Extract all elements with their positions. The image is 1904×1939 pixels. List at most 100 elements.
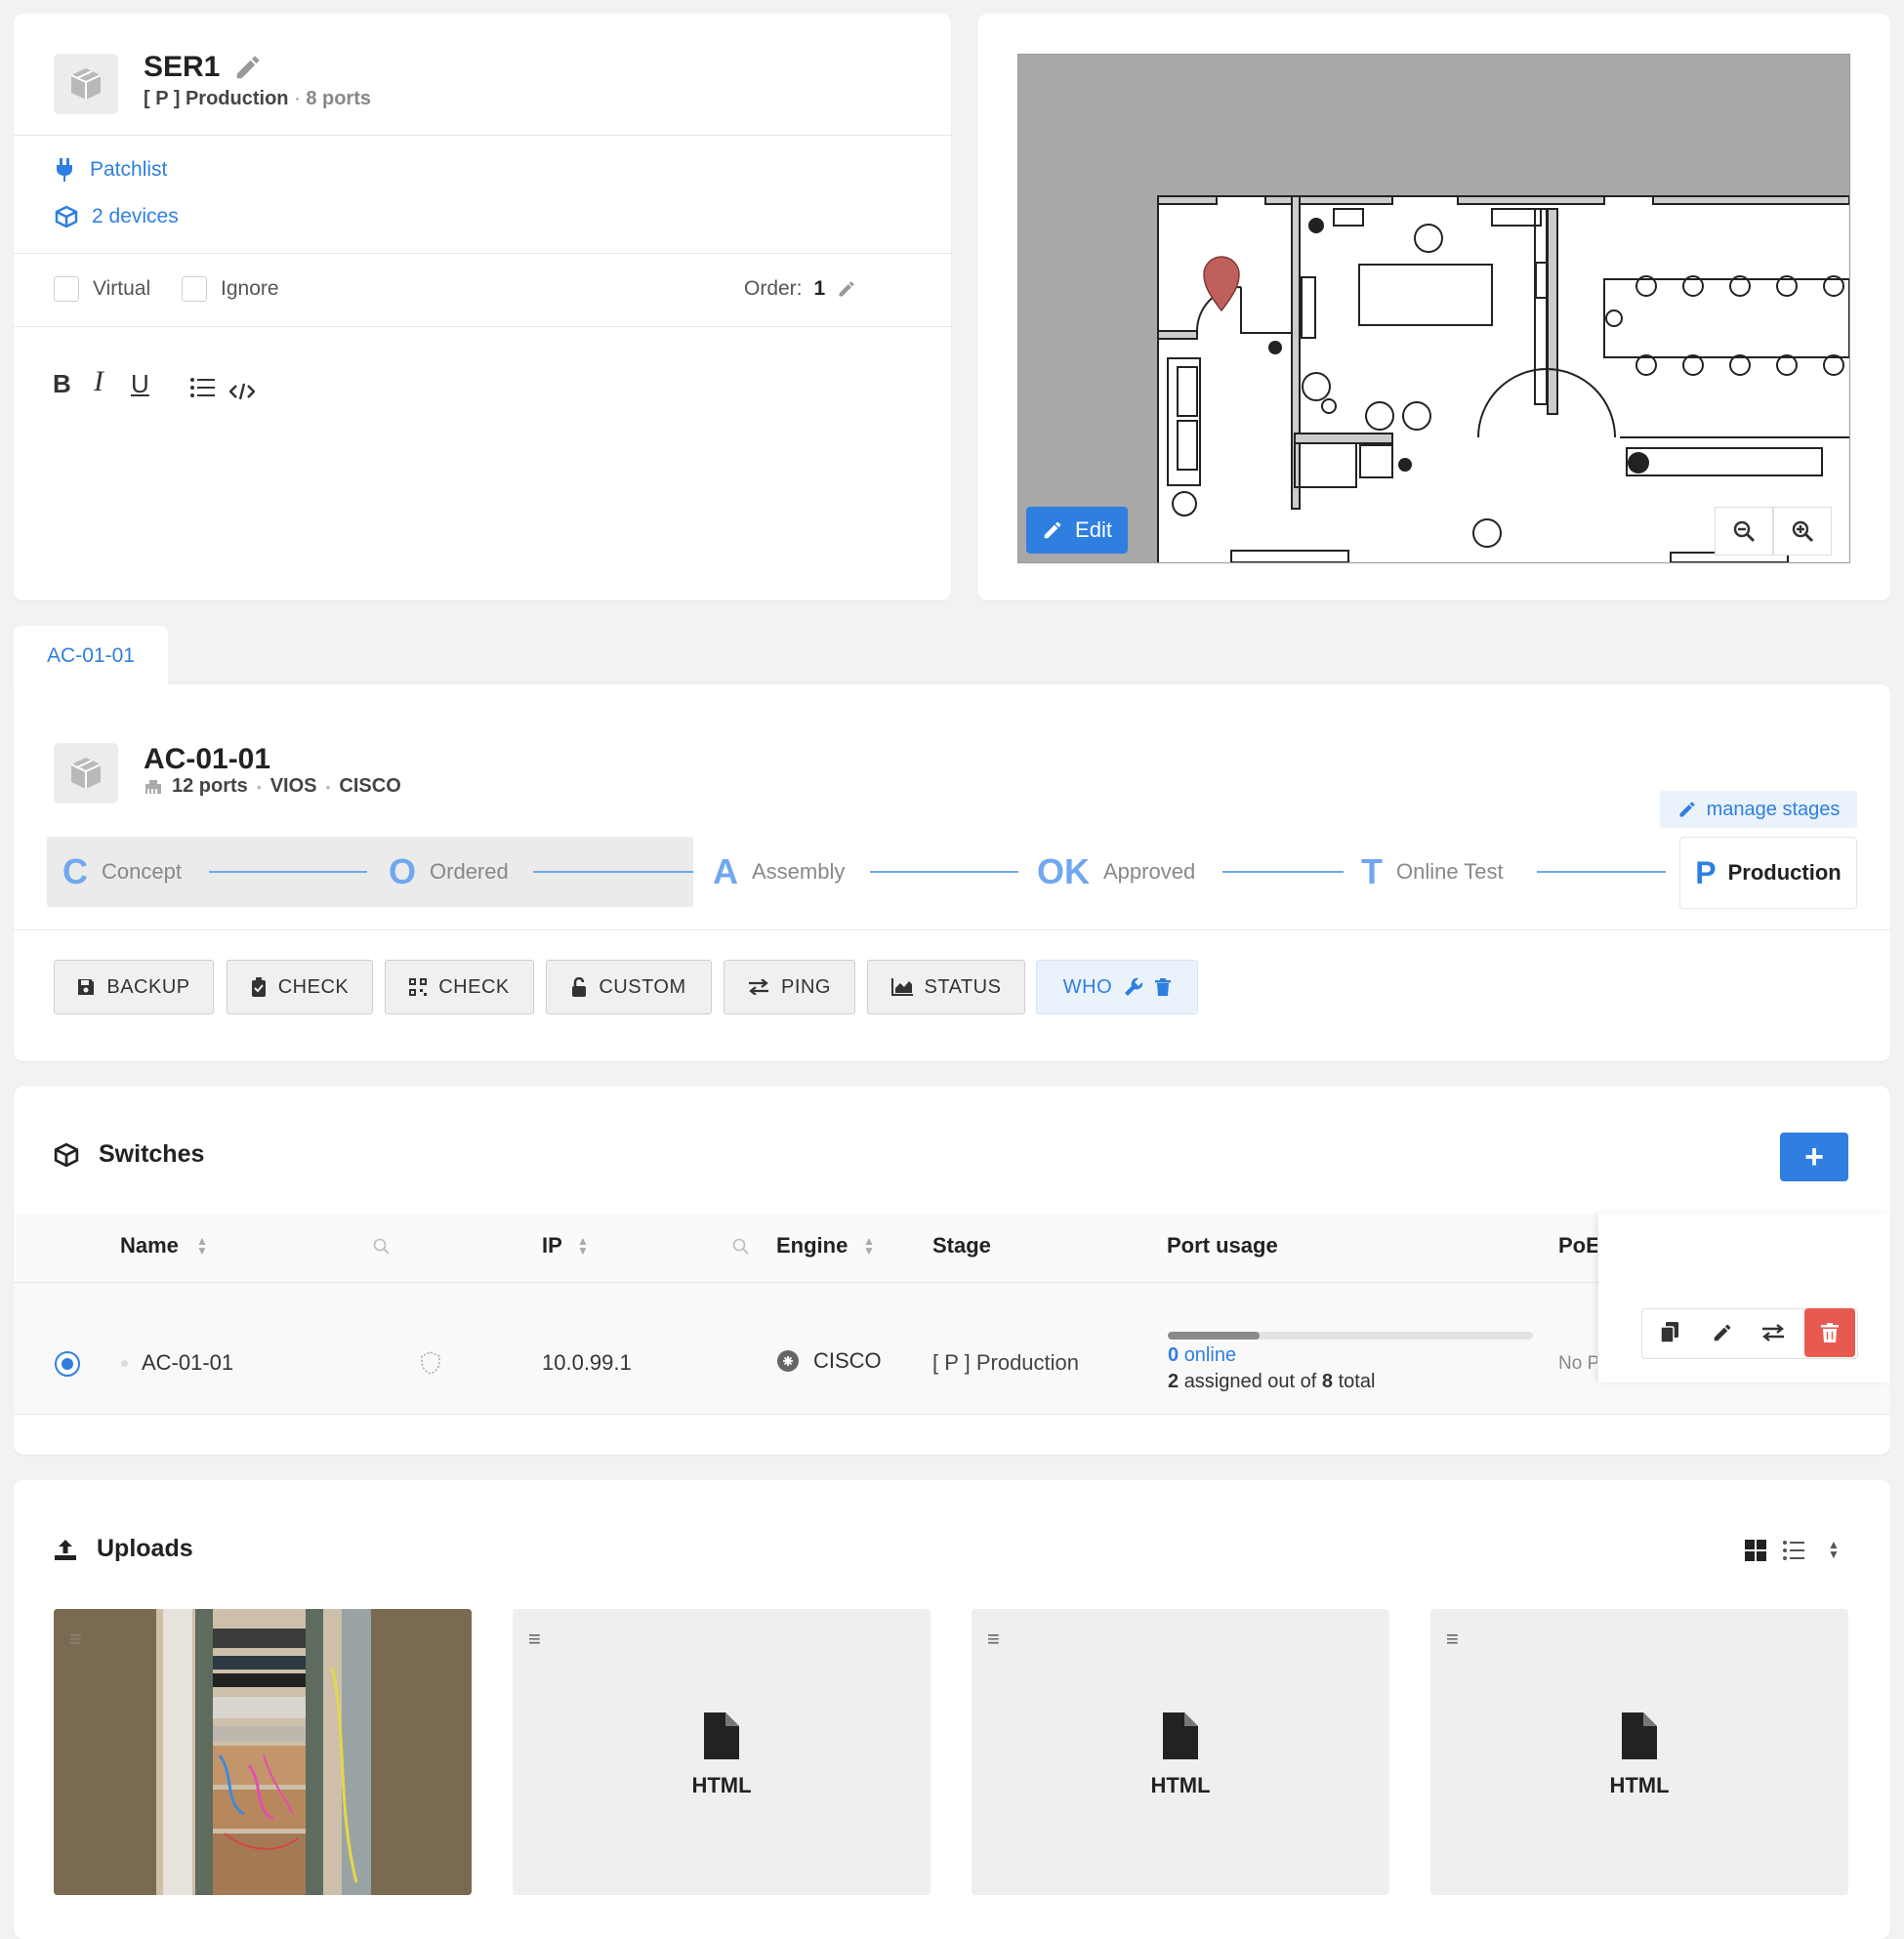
- floorplan-card: Edit: [977, 14, 1890, 600]
- column-header-ip[interactable]: IP: [542, 1233, 562, 1258]
- sort-icon[interactable]: ▲ ▼: [196, 1235, 208, 1257]
- sort-icon[interactable]: ▲ ▼: [863, 1235, 875, 1257]
- plus-icon: +: [1804, 1137, 1824, 1176]
- column-header-engine[interactable]: Engine: [776, 1233, 848, 1258]
- assigned-summary: 2 assigned out of 8 total: [1168, 1371, 1375, 1393]
- code-icon: [228, 383, 256, 400]
- stage-connector: [533, 871, 693, 873]
- stage-concept[interactable]: C Concept: [62, 848, 182, 895]
- action-label: WHO: [1062, 975, 1113, 998]
- search-icon[interactable]: [373, 1238, 391, 1256]
- row-radio[interactable]: [55, 1351, 80, 1377]
- assigned-total: 8: [1321, 1371, 1334, 1392]
- stage-name: Ordered: [430, 859, 509, 884]
- trash-icon[interactable]: [1155, 978, 1172, 996]
- upload-item[interactable]: ≡ HTML: [513, 1609, 931, 1895]
- list-view-icon[interactable]: [1783, 1540, 1804, 1561]
- stage-letter: C: [62, 851, 88, 891]
- ignore-checkbox[interactable]: Ignore: [182, 276, 279, 302]
- grid-view-icon[interactable]: [1745, 1540, 1766, 1561]
- online-count: 0 online: [1168, 1344, 1236, 1367]
- upload-item[interactable]: ≡ HTML: [972, 1609, 1389, 1895]
- copy-button[interactable]: [1644, 1309, 1695, 1356]
- assigned-suffix: total: [1338, 1371, 1376, 1392]
- underline-button[interactable]: U: [131, 369, 149, 399]
- list-button[interactable]: [189, 375, 215, 405]
- stage-letter: O: [389, 851, 417, 891]
- wrench-icon[interactable]: [1124, 977, 1143, 997]
- virtual-label: Virtual: [93, 277, 151, 300]
- sort-icon[interactable]: ▲ ▼: [577, 1235, 589, 1257]
- shield-icon: [421, 1351, 440, 1375]
- file-type-label: HTML: [1609, 1773, 1670, 1797]
- search-icon[interactable]: [732, 1238, 750, 1256]
- check-button[interactable]: CHECK: [227, 960, 373, 1014]
- zoom-out-icon: [1733, 520, 1756, 543]
- add-switch-button[interactable]: +: [1780, 1133, 1848, 1181]
- upload-item[interactable]: ≡: [54, 1609, 472, 1895]
- who-button[interactable]: WHO: [1036, 960, 1198, 1014]
- drag-handle-icon[interactable]: ≡: [69, 1627, 82, 1652]
- tab-ac-01-01[interactable]: AC-01-01: [14, 626, 168, 686]
- bold-button[interactable]: B: [53, 369, 71, 399]
- italic-button[interactable]: I: [94, 365, 103, 398]
- tab-label: AC-01-01: [47, 644, 135, 667]
- stage-letter: T: [1361, 851, 1383, 891]
- patchlist-link[interactable]: Patchlist: [55, 158, 167, 182]
- stage-assembly[interactable]: A Assembly: [713, 848, 845, 895]
- delete-button[interactable]: [1804, 1308, 1855, 1357]
- column-header-name[interactable]: Name: [120, 1233, 179, 1258]
- check-qr-button[interactable]: CHECK: [385, 960, 534, 1014]
- drag-handle-icon[interactable]: ≡: [1446, 1627, 1459, 1652]
- cell-poe: No P: [1558, 1353, 1597, 1374]
- upload-item[interactable]: ≡ HTML: [1430, 1609, 1848, 1895]
- code-button[interactable]: [228, 377, 256, 407]
- drag-handle-icon[interactable]: ≡: [987, 1627, 1000, 1652]
- exchange-icon: [1762, 1324, 1784, 1341]
- stage-production-current[interactable]: P Production: [1679, 837, 1857, 909]
- ports-count: 8 ports: [306, 88, 371, 109]
- file-icon: [1163, 1712, 1198, 1759]
- edit-order-icon[interactable]: [837, 279, 856, 299]
- move-button[interactable]: [1748, 1309, 1799, 1356]
- stage-approved[interactable]: OK Approved: [1037, 848, 1195, 895]
- checkbox[interactable]: [182, 276, 207, 302]
- divider: [14, 929, 1890, 930]
- separator: ·: [294, 88, 301, 109]
- manage-stages-button[interactable]: manage stages: [1660, 791, 1857, 828]
- cell-name: AC-01-01: [142, 1350, 234, 1375]
- zoom-in-button[interactable]: [1773, 507, 1832, 556]
- stage-ordered[interactable]: O Ordered: [389, 848, 509, 895]
- action-label: CHECK: [438, 975, 510, 998]
- ping-button[interactable]: PING: [724, 960, 855, 1014]
- edit-button[interactable]: [1697, 1309, 1748, 1356]
- list-icon: [190, 378, 215, 397]
- device-summary-card: SER1 [ P ] Production · 8 ports Patchlis…: [14, 14, 951, 600]
- clipboard-check-icon: [251, 977, 266, 997]
- ethernet-icon: [145, 779, 161, 794]
- stage-online-test[interactable]: T Online Test: [1361, 848, 1504, 895]
- sort-icon[interactable]: ▲ ▼: [1828, 1539, 1840, 1560]
- devices-link[interactable]: 2 devices: [55, 205, 179, 228]
- uploads-header: Uploads: [54, 1535, 193, 1563]
- custom-button[interactable]: CUSTOM: [546, 960, 712, 1014]
- patchlist-label: Patchlist: [90, 158, 168, 181]
- stage-connector: [1222, 871, 1344, 873]
- floorplan-edit-button[interactable]: Edit: [1026, 507, 1128, 554]
- stage-name: Online Test: [1396, 859, 1504, 884]
- zoom-out-button[interactable]: [1715, 507, 1773, 556]
- checkbox[interactable]: [54, 276, 79, 302]
- divider: [14, 326, 951, 327]
- stage-letter: A: [713, 851, 738, 891]
- port-usage-fill: [1168, 1332, 1260, 1340]
- drag-handle-icon[interactable]: ≡: [528, 1627, 541, 1652]
- plug-icon: [57, 158, 72, 182]
- edit-title-icon[interactable]: [233, 53, 263, 87]
- status-button[interactable]: STATUS: [867, 960, 1025, 1014]
- backup-button[interactable]: BACKUP: [54, 960, 214, 1014]
- device-title: AC-01-01: [144, 743, 271, 775]
- virtual-checkbox[interactable]: Virtual: [54, 276, 150, 302]
- floorplan-viewer[interactable]: Edit: [1017, 54, 1850, 563]
- stage-label: [ P ] Production: [144, 88, 289, 109]
- floorplan-image: [1157, 195, 1849, 562]
